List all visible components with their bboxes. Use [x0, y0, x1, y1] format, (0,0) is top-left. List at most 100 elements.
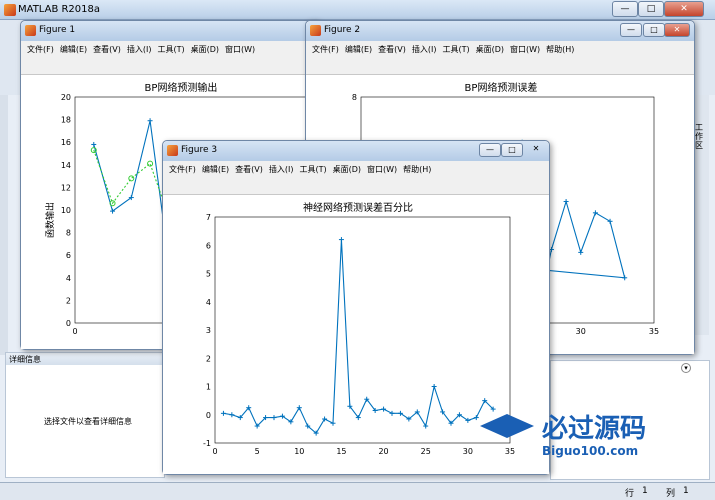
figure-3-title: Figure 3 [181, 145, 218, 155]
col-value: 1 [683, 486, 689, 496]
menu-tools[interactable]: 工具(T) [293, 161, 326, 175]
row-label: 行 [625, 489, 635, 499]
right-panel: 工作区 [693, 95, 709, 335]
menu-edit[interactable]: 编辑(E) [339, 41, 372, 55]
y-tick-label: 0 [206, 411, 211, 420]
menu-desktop[interactable]: 桌面(D) [327, 161, 361, 175]
y-tick-label: 20 [61, 93, 71, 102]
menu-window[interactable]: 窗口(W) [504, 41, 540, 55]
menu-tools[interactable]: 工具(T) [151, 41, 184, 55]
figure-2-title: Figure 2 [324, 25, 361, 35]
y-tick-label: 10 [61, 206, 71, 215]
maximize-button[interactable]: □ [501, 143, 523, 157]
menu-insert[interactable]: 插入(I) [121, 41, 152, 55]
y-tick-label: 6 [206, 241, 211, 250]
matlab-logo-icon [4, 4, 16, 16]
menu-file[interactable]: 文件(F) [306, 41, 339, 55]
menu-help[interactable]: 帮助(H) [397, 161, 431, 175]
menu-insert[interactable]: 插入(I) [263, 161, 294, 175]
y-tick-label: 6 [66, 251, 71, 260]
y-tick-label: 14 [61, 161, 71, 170]
y-tick-label: 1 [206, 383, 211, 392]
status-bar: 行 1 列 1 [0, 482, 715, 500]
y-tick-label: 2 [66, 296, 71, 305]
figure-2-toolbar [306, 57, 694, 75]
x-tick-label: 25 [421, 447, 431, 456]
y-tick-label: -1 [203, 439, 211, 448]
x-tick-label: 10 [294, 447, 304, 456]
minimize-button[interactable]: — [620, 23, 642, 37]
menu-window[interactable]: 窗口(W) [361, 161, 397, 175]
figure-2-menu: 文件(F) 编辑(E) 查看(V) 插入(I) 工具(T) 桌面(D) 窗口(W) 帮助(H) [306, 41, 694, 57]
matlab-title-bar: MATLAB R2018a — □ ✕ [0, 0, 715, 20]
chart-title: BP网络预测输出 [145, 81, 218, 94]
x-tick-label: 0 [72, 327, 77, 336]
figure-icon [25, 25, 36, 36]
menu-desktop[interactable]: 桌面(D) [470, 41, 504, 55]
menu-view[interactable]: 查看(V) [229, 161, 263, 175]
menu-help[interactable]: 帮助(H) [540, 41, 574, 55]
row-value: 1 [642, 486, 648, 496]
menu-file[interactable]: 文件(F) [163, 161, 196, 175]
figure-1-title: Figure 1 [39, 25, 76, 35]
figure-icon [167, 145, 178, 156]
x-tick-label: 30 [463, 447, 473, 456]
figure-1-title-bar: Figure 1 [21, 21, 319, 41]
menu-view[interactable]: 查看(V) [372, 41, 406, 55]
figure-1-toolbar [21, 57, 319, 75]
matlab-title: MATLAB R2018a [18, 4, 101, 15]
y-tick-label: 4 [66, 274, 71, 283]
x-tick-label: 30 [576, 327, 586, 336]
y-tick-label: 8 [66, 229, 71, 238]
left-panel [0, 95, 8, 355]
watermark: 必过源码 Biguo100.com [480, 406, 700, 466]
y-tick-label: 7 [206, 213, 211, 222]
minimize-button[interactable]: — [612, 1, 638, 17]
details-panel: 详细信息 选择文件以查看详细信息 [5, 352, 165, 478]
figure-3-menu: 文件(F) 编辑(E) 查看(V) 插入(I) 工具(T) 桌面(D) 窗口(W) 帮助(H) [163, 161, 549, 177]
close-button[interactable]: ✕ [664, 1, 704, 17]
figure-3-toolbar [163, 177, 549, 195]
menu-tools[interactable]: 工具(T) [436, 41, 469, 55]
close-button[interactable]: ✕ [525, 143, 547, 157]
chart-title: BP网络预测误差 [465, 81, 538, 94]
y-tick-label: 12 [61, 183, 71, 192]
data-point [128, 175, 135, 182]
maximize-button[interactable]: □ [638, 1, 664, 17]
graduation-cap-icon [480, 414, 534, 438]
y-tick-label: 5 [206, 270, 211, 279]
col-label: 列 [666, 489, 676, 499]
y-tick-label: 18 [61, 116, 71, 125]
y-tick-label: 2 [206, 354, 211, 363]
x-tick-label: 15 [336, 447, 346, 456]
menu-desktop[interactable]: 桌面(D) [185, 41, 219, 55]
x-tick-label: 35 [649, 327, 659, 336]
menu-view[interactable]: 查看(V) [87, 41, 121, 55]
chart-title: 神经网络预测误差百分比 [303, 201, 413, 214]
menu-window[interactable]: 窗口(W) [219, 41, 255, 55]
y-axis-label: 函数输出 [44, 202, 56, 238]
figure-3-title-bar: Figure 3 — □ ✕ [163, 141, 549, 161]
x-tick-label: 20 [378, 447, 388, 456]
figure-2-title-bar: Figure 2 — □ ✕ [306, 21, 694, 41]
figure-1-menu: 文件(F) 编辑(E) 查看(V) 插入(I) 工具(T) 桌面(D) 窗口(W) [21, 41, 319, 57]
chevron-down-icon[interactable]: ▾ [681, 363, 691, 373]
menu-edit[interactable]: 编辑(E) [54, 41, 87, 55]
details-header: 详细信息 [6, 353, 164, 365]
y-tick-label: 0 [66, 319, 71, 328]
menu-edit[interactable]: 编辑(E) [196, 161, 229, 175]
x-tick-label: 0 [212, 447, 217, 456]
figure-icon [310, 25, 321, 36]
menu-insert[interactable]: 插入(I) [406, 41, 437, 55]
minimize-button[interactable]: — [479, 143, 501, 157]
watermark-text: 必过源码 [542, 414, 647, 444]
menu-file[interactable]: 文件(F) [21, 41, 54, 55]
details-text: 选择文件以查看详细信息 [44, 417, 132, 426]
data-point [147, 160, 154, 167]
close-button[interactable]: ✕ [664, 23, 690, 37]
y-tick-label: 8 [352, 93, 357, 102]
series-line [223, 239, 494, 434]
y-tick-label: 4 [206, 298, 211, 307]
maximize-button[interactable]: □ [643, 23, 665, 37]
workspace-label[interactable]: 工作区 [695, 123, 707, 150]
